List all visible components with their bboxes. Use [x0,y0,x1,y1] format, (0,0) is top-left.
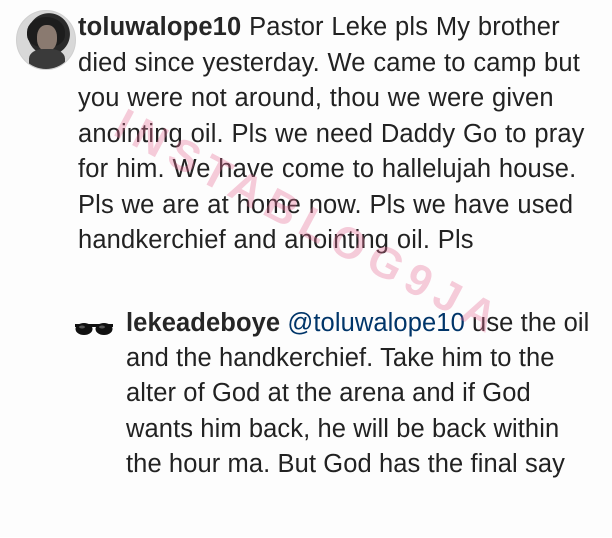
commenter-avatar[interactable] [16,10,76,70]
avatar-face [37,25,57,51]
sunglasses-icon[interactable] [74,318,114,338]
comment-text: Pastor Leke pls My brother died since ye… [78,13,585,254]
reply-username[interactable]: lekeadeboye [126,309,280,337]
reply-mention[interactable]: @toluwalope10 [287,309,464,337]
instagram-comment-thread: toluwalope10 Pastor Leke pls My brother … [0,0,612,537]
comment-body: toluwalope10 Pastor Leke pls My brother … [78,10,608,259]
avatar-body [29,49,65,69]
reply-body: lekeadeboye @toluwalope10 use the oil an… [126,306,596,482]
commenter-username[interactable]: toluwalope10 [78,13,241,41]
